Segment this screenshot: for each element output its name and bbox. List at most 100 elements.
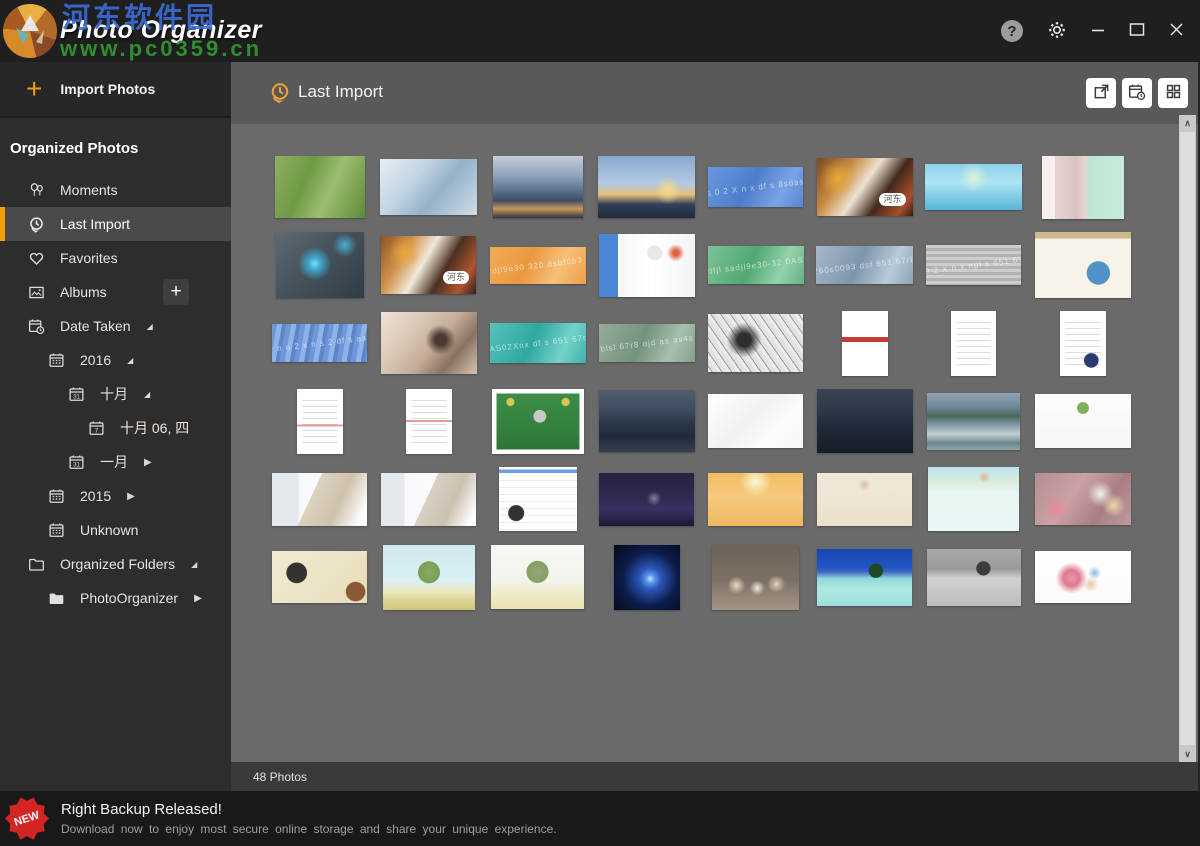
sidebar-item-label: Favorites	[60, 250, 118, 266]
sidebar-item-unknown[interactable]: Unknown	[0, 513, 231, 547]
photo-doc-page-1[interactable]	[951, 311, 996, 376]
photo-tech-hand[interactable]	[276, 232, 364, 298]
photo-cell	[592, 148, 701, 226]
photo-watercolor-scene[interactable]	[928, 467, 1019, 531]
photo-girl-on-bed[interactable]	[381, 312, 477, 374]
photo-greengray-watermark[interactable]: blsl 67r8 ojd as as4s	[599, 324, 695, 362]
photo-doc-toc-2[interactable]	[406, 389, 452, 454]
photo-grid: s 0 2 X n x df s 8sdas河东河东s2djl9e30 320 …	[265, 148, 1137, 616]
photo-blue-watermark[interactable]: s 0 2 X n x df s 8sdas	[708, 167, 803, 207]
sidebar-item-06[interactable]: 7十月 06, 四	[0, 411, 231, 445]
photo-mountain-lake-reflection[interactable]	[927, 393, 1020, 450]
photo-doc-page-device[interactable]	[1060, 311, 1106, 376]
photo-cell	[374, 538, 483, 616]
scroll-down-icon[interactable]: ∨	[1179, 746, 1196, 762]
settings-button[interactable]	[1047, 20, 1067, 43]
collapse-arrow-icon[interactable]: ◢	[191, 560, 197, 569]
photo-night-cabin[interactable]	[599, 473, 694, 526]
promo-banner[interactable]: NEW Right Backup Released! Download now …	[0, 791, 1200, 846]
import-photos-button[interactable]: + Import Photos	[0, 62, 231, 118]
expand-arrow-icon[interactable]: ▶	[194, 593, 202, 604]
sidebar-item-albums[interactable]: Albums+	[0, 275, 231, 309]
photo-cell	[919, 460, 1028, 538]
sidebar-item-favorites[interactable]: Favorites	[0, 241, 231, 275]
photo-digital-hand[interactable]	[614, 545, 680, 610]
photo-tree-sunrise[interactable]	[598, 156, 695, 218]
photo-bluegray-watermark[interactable]: 260s0093 dsf 651 67r8	[816, 246, 913, 284]
sidebar-item-moments[interactable]: Moments	[0, 173, 231, 207]
expand-arrow-icon[interactable]: ▶	[144, 457, 152, 468]
photo-tropical-beach-bw[interactable]	[927, 549, 1021, 606]
sidebar-item-label: 十月	[100, 384, 128, 404]
photo-help-window[interactable]	[1035, 232, 1131, 298]
photo-frost-macro[interactable]	[380, 159, 477, 215]
photo-floral-collage[interactable]	[1035, 551, 1131, 603]
photo-green-watermark[interactable]: adfjl sadjl9e30-32 0ASA	[708, 246, 804, 284]
photo-misty-mountains[interactable]	[493, 156, 583, 218]
grid-view-icon	[1165, 83, 1182, 103]
photo-raspberry-pi-board[interactable]	[492, 389, 584, 454]
sidebar-item-last-import[interactable]: Last Import	[0, 207, 231, 241]
photo-doc-toc-1[interactable]	[297, 389, 343, 454]
add-album-button[interactable]: +	[163, 279, 189, 305]
sidebar-item-2015[interactable]: 2015▶	[0, 479, 231, 513]
date-view-button[interactable]	[1122, 78, 1152, 108]
photo-cell	[374, 460, 483, 538]
photo-doc-screenshot-2[interactable]	[381, 473, 476, 526]
photo-cell: 河东	[810, 148, 919, 226]
open-external-button[interactable]	[1086, 78, 1116, 108]
photo-hedong-collage-1[interactable]: 河东	[817, 158, 913, 216]
collapse-arrow-icon[interactable]: ◢	[147, 322, 153, 331]
photo-ink-painting[interactable]	[272, 551, 367, 603]
photo-tropical-beach[interactable]	[817, 549, 912, 606]
photo-lake-dock-1[interactable]	[599, 390, 695, 452]
svg-text:7: 7	[94, 427, 98, 434]
scroll-up-icon[interactable]: ∧	[1179, 115, 1196, 131]
photo-cream-flowers[interactable]	[817, 473, 912, 526]
maximize-button[interactable]	[1129, 22, 1145, 40]
photo-doc-screenshot-1[interactable]	[272, 473, 367, 526]
photo-watermark-text: blsl 67r8 ojd as as4s	[599, 324, 695, 362]
open-external-icon	[1093, 83, 1110, 103]
photo-baby-welcome-card[interactable]	[1042, 156, 1124, 219]
sidebar-item-date-taken[interactable]: Date Taken◢	[0, 309, 231, 343]
photo-teal-watermark[interactable]: 0AS02Xnx df s 651 67r8	[490, 323, 586, 363]
photo-tuneup-app-ui[interactable]	[599, 234, 695, 297]
sidebar-item-photoorganizer[interactable]: PhotoOrganizer▶	[0, 581, 231, 615]
photo-lake-dock-2[interactable]	[817, 389, 913, 453]
photo-wheat-field[interactable]	[275, 156, 365, 218]
photo-webpage-qr-form[interactable]	[499, 467, 577, 531]
photo-gray-stripes-watermark[interactable]: yg0 2 X n x npl s 651 67r8	[926, 245, 1021, 285]
close-button[interactable]	[1169, 22, 1184, 40]
photo-flower-tree-blue[interactable]	[383, 545, 475, 610]
photo-orange-watermark[interactable]: s2djl9e30 320 dsbf0b3 dj	[490, 247, 586, 284]
help-icon: ?	[1007, 23, 1016, 40]
photo-flower-tree-light[interactable]	[491, 545, 584, 609]
grid-view-button[interactable]	[1158, 78, 1188, 108]
photo-cell	[701, 382, 810, 460]
photo-white-abstract[interactable]	[708, 394, 803, 448]
scrollbar-thumb[interactable]	[1180, 132, 1195, 745]
vertical-scrollbar[interactable]: ∧ ∨	[1179, 115, 1196, 762]
sidebar-item-organized-folders[interactable]: Organized Folders ◢	[0, 547, 231, 581]
expand-arrow-icon[interactable]: ▶	[127, 491, 135, 502]
photo-watermark-text: s 0 2 X n x df s 8sdas	[708, 167, 803, 207]
sidebar-item-item-8[interactable]: 31一月▶	[0, 445, 231, 479]
photo-autumn-illustration[interactable]	[708, 473, 803, 526]
photo-girl-with-roses[interactable]	[1035, 473, 1131, 525]
photo-doc-red-header[interactable]	[842, 311, 888, 376]
collapse-arrow-icon[interactable]: ◢	[127, 356, 133, 365]
help-button[interactable]: ?	[1001, 20, 1023, 42]
sidebar-item-2016[interactable]: 2016◢	[0, 343, 231, 377]
photo-island-lighthouse[interactable]	[925, 164, 1022, 210]
collapse-arrow-icon[interactable]: ◢	[144, 390, 150, 399]
photo-blue-streaks-watermark[interactable]: y n o 2 x n s 2 df s ast	[272, 324, 367, 362]
photo-bw-sketch-portrait[interactable]	[708, 314, 803, 372]
calendar-year-icon	[46, 522, 66, 539]
photo-puppies[interactable]	[712, 545, 799, 610]
sidebar-item-item-6[interactable]: 31十月◢	[0, 377, 231, 411]
photo-hedong-collage-2[interactable]: 河东	[381, 236, 476, 294]
photo-tree-greeting-card[interactable]	[1035, 394, 1131, 448]
sidebar-item-label: Organized Folders	[60, 556, 175, 572]
minimize-button[interactable]	[1091, 23, 1105, 40]
